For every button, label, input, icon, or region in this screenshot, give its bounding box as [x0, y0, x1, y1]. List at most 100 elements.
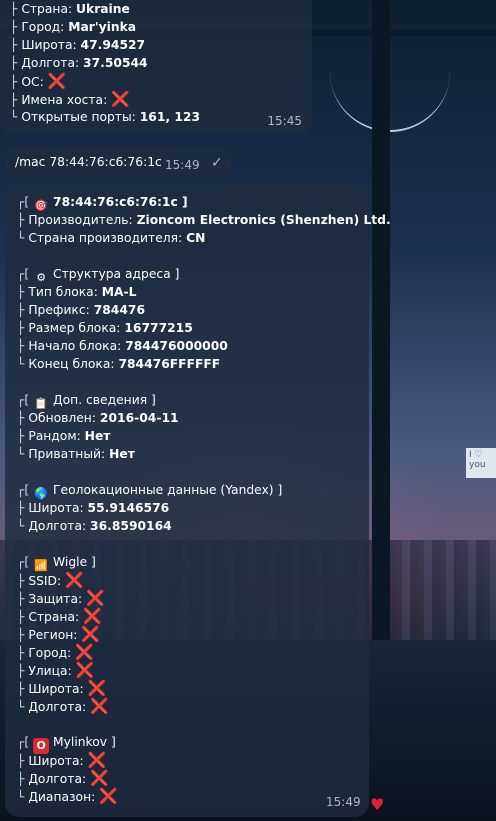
info-label: Широта: — [28, 501, 88, 515]
info-line: ├ Рандом: Нет — [17, 427, 369, 445]
tree-connector: └ — [17, 519, 29, 533]
info-value: 2016-04-11 — [99, 411, 179, 425]
cross-mark-icon: ❌ — [111, 90, 130, 108]
window-frame-post — [372, 0, 390, 640]
tree-connector: ├ — [17, 610, 29, 624]
info-value: 36.8590164 — [90, 519, 172, 533]
info-line: ├ Тип блока: MA-L — [17, 283, 369, 301]
info-line: ├ SSID: ❌ — [17, 571, 369, 589]
cross-mark-icon: ❌ — [75, 661, 95, 679]
tree-connector: ├ — [10, 75, 22, 89]
info-label: Долгота: — [28, 519, 91, 533]
tree-connector: ├ — [10, 56, 22, 70]
info-label: Улица: — [28, 664, 76, 678]
info-line: ├ Имена хоста: ❌ — [10, 90, 312, 108]
info-line: ├ ОС: ❌ — [10, 72, 312, 90]
message-lines: ├ Страна: Ukraine ├ Город: Mar'yinka ├ Шир… — [10, 0, 312, 126]
info-line: ├ Долгота: ❌ — [17, 769, 369, 787]
tree-connector: ├ — [17, 592, 29, 606]
cross-mark-icon: ❌ — [65, 571, 84, 589]
info-label: ОС: — [21, 75, 48, 89]
cross-mark-icon: ❌ — [86, 589, 105, 607]
cross-mark-icon: ❌ — [90, 769, 109, 787]
section-title: 78:44:76:c6:76:1c ] — [53, 195, 188, 209]
tree-connector: ├ — [17, 574, 29, 588]
tree-connector: └ — [17, 700, 29, 714]
tree-connector: └ — [17, 231, 29, 245]
outgoing-command-text: /mac 78:44:76:c6:76:1c — [15, 155, 162, 169]
info-line: └ Страна производителя: CN — [17, 229, 369, 247]
info-line: ├ Производитель: Zioncom Electronics (Sh… — [17, 211, 391, 229]
info-label: Страна: — [28, 610, 84, 624]
cross-mark-icon: ❌ — [87, 679, 107, 697]
section-title: Геолокационные данные (Yandex) ] — [53, 483, 283, 497]
tree-connector: ├ — [17, 754, 29, 768]
section-header: ┌[ 📶 Wigle ] — [17, 553, 369, 572]
tree-connector: ├ — [17, 285, 29, 299]
info-line: ├ Широта: ❌ — [17, 679, 369, 697]
info-label: Широта: — [21, 38, 81, 52]
info-line: ├ Страна: ❌ — [17, 607, 369, 625]
info-value: 784476FFFFFF — [118, 357, 221, 371]
cross-mark-icon: ❌ — [99, 787, 118, 805]
info-line: ├ Обновлен: 2016-04-11 — [17, 409, 369, 427]
info-label: Рандом: — [28, 429, 85, 443]
info-label: Широта: — [28, 754, 88, 768]
info-label: Долгота: — [28, 700, 91, 714]
section-title: Wigle ] — [53, 555, 96, 569]
tree-connector: ┌[ — [17, 483, 34, 497]
read-check-icon: ✓ — [211, 155, 223, 171]
info-value: 37.50544 — [83, 56, 148, 70]
tree-connector: ├ — [10, 2, 22, 16]
tree-connector: ├ — [17, 429, 29, 443]
info-line: └ Долгота: 36.8590164 — [17, 517, 369, 535]
section-header: ┌[ ⚙ Структура адреса ] — [17, 265, 369, 284]
info-label: Страна: — [21, 2, 77, 16]
info-label: Производитель: — [28, 213, 137, 227]
info-line: └ Долгота: ❌ — [17, 697, 369, 715]
tree-connector: ┌[ — [17, 195, 34, 209]
heart-reaction-icon[interactable]: ♥ — [370, 795, 384, 814]
tree-connector: └ — [17, 357, 29, 371]
info-value: 784476 — [93, 303, 146, 317]
section-title: Mylinkov ] — [53, 735, 116, 749]
info-value: 55.9146576 — [87, 501, 170, 515]
section-header: ┌[ O Mylinkov ] — [17, 733, 369, 754]
info-label: Префикс: — [28, 303, 94, 317]
tree-connector: ├ — [17, 628, 29, 642]
info-label: Имена хоста: — [21, 93, 112, 107]
incoming-message-previous[interactable]: ├ Страна: Ukraine ├ Город: Mar'yinka ├ Шир… — [0, 0, 312, 134]
info-line: ├ Широта: 55.9146576 — [17, 499, 369, 517]
info-label: Долгота: — [21, 56, 84, 70]
tree-connector: ┌[ — [17, 555, 34, 569]
section-header: ┌[ 🌎 Геолокационные данные (Yandex) ] — [17, 481, 369, 500]
info-line: ├ Город: Mar'yinka — [10, 18, 312, 36]
message-time: 15:49 — [326, 795, 361, 809]
cross-mark-icon: ❌ — [81, 625, 101, 643]
info-label: Обновлен: — [28, 411, 100, 425]
info-label: Широта: — [28, 682, 88, 696]
wallpaper-note: I ♡ you — [466, 448, 496, 478]
tree-connector: ├ — [10, 20, 22, 34]
tree-connector: ├ — [10, 93, 22, 107]
incoming-message-reply[interactable]: ┌[ 🎯 78:44:76:c6:76:1c ] ├ Производитель:… — [5, 185, 391, 817]
tree-connector: └ — [10, 110, 22, 124]
tree-connector: ├ — [17, 772, 29, 786]
info-label: Регион: — [28, 628, 82, 642]
info-line: ├ Широта: 47.94527 — [10, 36, 312, 54]
cross-mark-icon: ❌ — [87, 751, 107, 769]
info-line: ├ Город: ❌ — [17, 643, 369, 661]
info-value: Ukraine — [76, 2, 130, 16]
tree-connector: ├ — [17, 501, 29, 515]
info-line: ├ Защита: ❌ — [17, 589, 369, 607]
info-line: └ Конец блока: 784476FFFFFF — [17, 355, 369, 373]
info-line: ├ Улица: ❌ — [17, 661, 369, 679]
info-value: 16777215 — [124, 321, 193, 335]
info-value: 784476000000 — [125, 339, 228, 353]
info-value: 47.94527 — [80, 38, 146, 52]
info-label: Город: — [21, 20, 69, 34]
info-line: ├ Начало блока: 784476000000 — [17, 337, 369, 355]
info-label: Приватный: — [28, 447, 110, 461]
outgoing-message[interactable]: /mac 78:44:76:c6:76:1c 15:49 ✓ — [5, 146, 231, 180]
tree-connector: ├ — [10, 38, 22, 52]
